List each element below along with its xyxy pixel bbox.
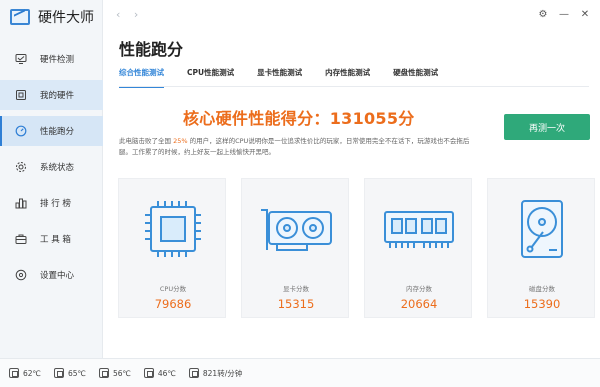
page-title: 性能跑分 [119,40,184,59]
card-value: 20664 [400,297,438,311]
score-description: 此电脑击败了全国 25% 的用户，这样的CPU说明你是一位追求性价比的玩家，日常… [119,136,479,158]
tab-gpu[interactable]: 显卡性能测试 [257,67,302,88]
fan-speed: 821转/分钟 [188,368,243,379]
cpu-temp-icon [9,368,19,378]
close-icon[interactable]: ✕ [580,8,590,20]
sidebar-item-hardware-detect[interactable]: 硬件检测 [0,44,103,74]
sidebar: 硬件大师 硬件检测 我的硬件 性能跑分 系统状态 排 行 榜 工 具 箱 设置中… [0,0,103,358]
sidebar-item-label: 工 具 箱 [40,235,71,245]
sidebar-item-label: 排 行 榜 [40,199,71,209]
status-value: 56℃ [112,368,131,378]
fan-icon [188,368,199,378]
memory-score-card: 内存分数 20664 [364,178,472,318]
board-icon [15,89,27,101]
logo-icon [10,9,30,25]
card-value: 15315 [277,297,315,311]
cpu-score-card: CPU分数 79686 [118,178,226,318]
tabs-divider [119,86,589,87]
sidebar-item-my-hardware[interactable]: 我的硬件 [0,80,103,110]
sidebar-item-toolbox[interactable]: 工 具 箱 [0,224,103,254]
status-value: 62℃ [23,368,41,378]
app-logo: 硬件大师 [10,7,94,27]
card-label: 内存分数 [406,285,432,293]
sidebar-nav: 硬件检测 我的硬件 性能跑分 系统状态 排 行 榜 工 具 箱 设置中心 [0,44,103,296]
back-button[interactable]: ‹ [116,8,120,21]
tab-overall[interactable]: 综合性能测试 [119,67,164,88]
score-cards: CPU分数 79686 显卡分数 15315 内存分数 20664 磁盘分数 1… [118,178,595,318]
card-value: 79686 [154,297,192,311]
forward-button[interactable]: › [134,8,138,21]
minimize-icon[interactable]: — [559,8,569,20]
status-value: 46℃ [157,368,176,378]
status-value: 65℃ [67,368,86,378]
cpu-temp: 62℃ [9,368,41,378]
cpu-icon [119,179,227,279]
sidebar-item-label: 性能跑分 [40,127,75,137]
sidebar-item-label: 我的硬件 [40,91,75,101]
card-label: 磁盘分数 [529,285,555,293]
app-name: 硬件大师 [38,10,94,26]
disk-score-card: 磁盘分数 15390 [487,178,595,318]
total-score: 核心硬件性能得分：131055分 [183,109,415,128]
gpu-temp: 65℃ [53,368,86,378]
window-controls: ⚙ — ✕ [538,8,590,20]
sidebar-item-ranking[interactable]: 排 行 榜 [0,188,103,218]
sidebar-item-benchmark[interactable]: 性能跑分 [0,116,103,146]
board-temp: 56℃ [98,368,131,378]
ram-icon [365,179,473,279]
monitor-check-icon [15,53,27,65]
sidebar-item-label: 系统状态 [40,163,75,173]
tab-cpu[interactable]: CPU性能测试 [187,67,234,88]
card-label: 显卡分数 [283,285,309,293]
beat-percent: 25% [173,137,188,145]
gpu-icon [242,179,350,279]
toolbox-icon [15,233,27,245]
card-value: 15390 [523,297,561,311]
disk-temp: 46℃ [143,368,176,378]
sidebar-item-label: 设置中心 [40,271,75,281]
status-bar: 62℃ 65℃ 56℃ 46℃ 821转/分钟 [0,358,600,387]
sidebar-item-settings[interactable]: 设置中心 [0,260,103,290]
sidebar-item-system-status[interactable]: 系统状态 [0,152,103,182]
benchmark-tabs: 综合性能测试 CPU性能测试 显卡性能测试 内存性能测试 硬盘性能测试 [119,67,461,88]
card-label: CPU分数 [159,285,187,293]
status-value: 821转/分钟 [202,368,243,378]
gear-icon [15,161,27,173]
settings-icon [15,269,27,281]
tab-disk[interactable]: 硬盘性能测试 [393,67,438,88]
tab-memory[interactable]: 内存性能测试 [325,67,370,88]
sidebar-item-label: 硬件检测 [40,55,75,65]
gpu-temp-icon [53,368,64,378]
retest-button[interactable]: 再测一次 [504,114,590,140]
hdd-icon [488,179,596,279]
history-nav: ‹ › [116,8,148,21]
description-text: 此电脑击败了全国 [119,137,174,145]
gpu-score-card: 显卡分数 15315 [241,178,349,318]
ranking-icon [15,197,27,209]
gauge-icon [15,125,27,137]
settings-icon[interactable]: ⚙ [538,8,548,20]
board-temp-icon [98,368,109,378]
disk-temp-icon [143,368,154,378]
